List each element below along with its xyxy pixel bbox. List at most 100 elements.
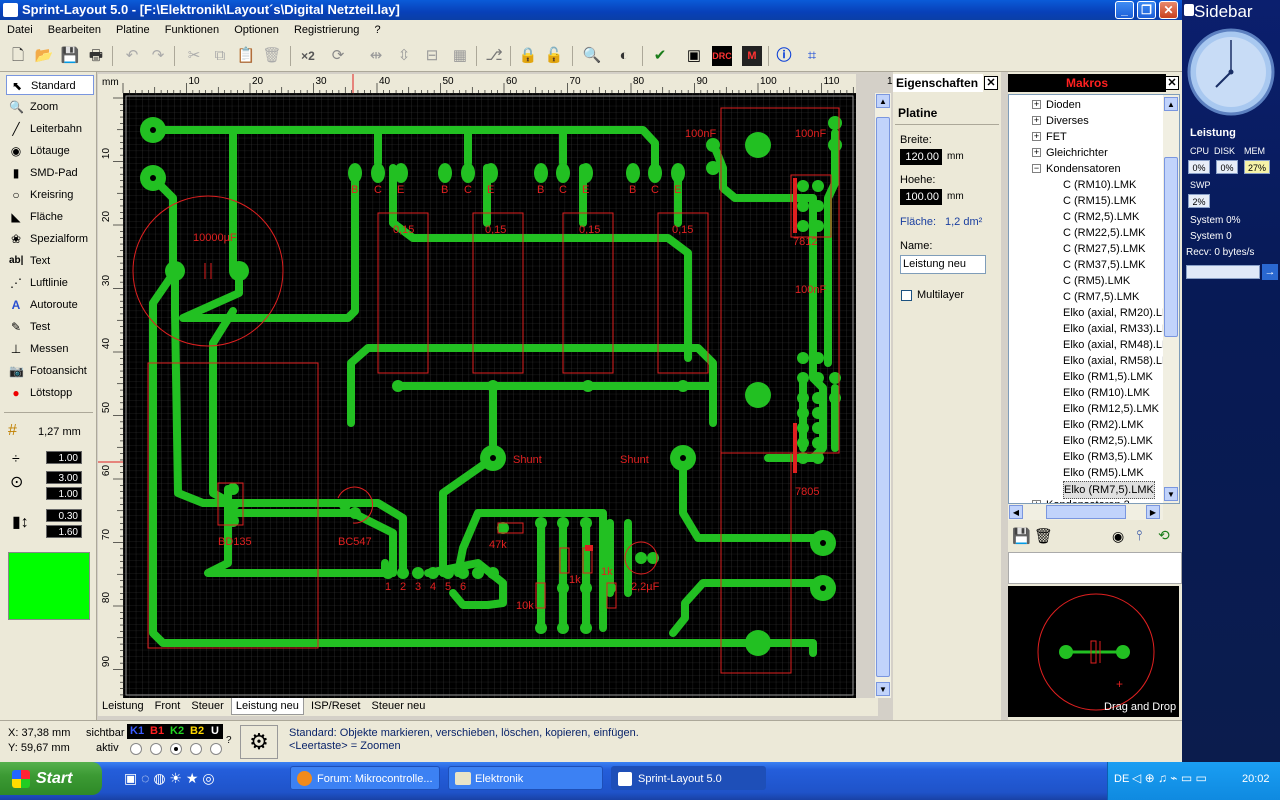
layer-help-icon[interactable]: ?	[226, 735, 232, 746]
tool-leiterbahn[interactable]: ╱ Leiterbahn	[6, 119, 94, 139]
menu-help[interactable]: ?	[367, 20, 385, 40]
expand-icon[interactable]: +	[1032, 100, 1041, 109]
macro-delete-icon[interactable]: 🗑	[1034, 527, 1053, 545]
tree-item[interactable]: Elko (RM12,5).LMK	[1063, 401, 1159, 417]
tool-loetauge[interactable]: ◉ Lötauge	[6, 141, 94, 161]
tree-item[interactable]: C (RM10).LMK	[1063, 177, 1136, 193]
redo-icon[interactable]: ↷	[148, 46, 168, 66]
align-icon[interactable]: ⊟	[422, 46, 442, 66]
makros-close-icon[interactable]: ✕	[1165, 76, 1179, 90]
macro-preview[interactable]: + Drag and Drop	[1008, 586, 1179, 717]
quicklaunch-icons[interactable]: ▣ ◌ ◍ ☀ ★ ◎	[124, 770, 215, 787]
lock-icon[interactable]: 🔒	[518, 46, 538, 66]
tool-autoroute[interactable]: A Autoroute	[6, 295, 94, 315]
active-layer-u-radio[interactable]	[210, 743, 222, 755]
tree-item[interactable]: C (RM27,5).LMK	[1063, 241, 1146, 257]
tool-loetstopp[interactable]: ● Lötstopp	[6, 383, 94, 403]
duplicate-icon[interactable]: ×2	[298, 46, 318, 66]
tree-item[interactable]: C (RM22,5).LMK	[1063, 225, 1146, 241]
open-folder-icon[interactable]: 📂	[34, 46, 54, 66]
copy-icon[interactable]: ⧉	[210, 46, 230, 66]
tree-item[interactable]: Elko (axial, RM58).LMK	[1063, 353, 1179, 369]
new-file-icon[interactable]: 🗋	[8, 46, 28, 66]
expand-icon[interactable]: +	[1032, 148, 1041, 157]
tree-item[interactable]: Dioden	[1046, 97, 1081, 113]
smd-height-field[interactable]: 1.60	[46, 525, 82, 538]
tool-spezialform[interactable]: ❀ Spezialform	[6, 229, 94, 249]
drc-icon[interactable]: DRC	[712, 46, 732, 66]
name-field[interactable]: Leistung neu	[900, 255, 986, 274]
active-layer-b1-radio[interactable]	[150, 743, 162, 755]
tree-item[interactable]: C (RM37,5).LMK	[1063, 257, 1146, 273]
layer-k2[interactable]: K2	[170, 724, 184, 739]
tree-item[interactable]: Elko (RM3,5).LMK	[1063, 449, 1153, 465]
task-sprint-layout[interactable]: Sprint-Layout 5.0	[611, 766, 766, 790]
tool-kreisring[interactable]: ○ Kreisring	[6, 185, 94, 205]
tab-steuer-neu[interactable]: Steuer neu	[368, 698, 430, 714]
tab-steuer[interactable]: Steuer	[187, 698, 227, 714]
macro-icon[interactable]: M	[742, 46, 762, 66]
active-layer-k2-radio[interactable]	[170, 743, 182, 755]
active-layer-b2-radio[interactable]	[190, 743, 202, 755]
paste-icon[interactable]: 📋	[236, 46, 256, 66]
tree-item[interactable]: Elko (RM2).LMK	[1063, 417, 1144, 433]
tree-item[interactable]: Elko (axial, RM48).LMK	[1063, 337, 1179, 353]
tree-item[interactable]: Kondensatoren 2	[1046, 497, 1130, 503]
tree-item[interactable]: Elko (RM1,5).LMK	[1063, 369, 1153, 385]
smd-width-field[interactable]: 0.30	[46, 509, 82, 522]
tree-hscroll-thumb[interactable]	[1046, 505, 1126, 519]
tree-scroll-left-icon[interactable]: ◀	[1009, 505, 1023, 519]
scroll-thumb[interactable]	[876, 117, 890, 677]
tool-flaeche[interactable]: ◣ Fläche	[6, 207, 94, 227]
tool-standard[interactable]: ⬉ Standard	[6, 75, 94, 95]
tree-scroll-thumb[interactable]	[1164, 157, 1178, 337]
tree-scroll-down-icon[interactable]: ▼	[1164, 487, 1178, 501]
rotate-icon[interactable]: ⟳	[328, 46, 348, 66]
macro-rotate-icon[interactable]: ⟲	[1158, 527, 1170, 544]
macro-pad-icon[interactable]: ◉	[1112, 528, 1124, 545]
pcb-board[interactable]: 10000µF BD135 BC547 Shunt Shunt 0,15 0,1…	[123, 93, 856, 698]
task-elektronik[interactable]: Elektronik	[448, 766, 603, 790]
snap-icon[interactable]: ⎇	[484, 46, 504, 66]
tree-item[interactable]: C (RM2,5).LMK	[1063, 209, 1139, 225]
makros-tree[interactable]: Dioden + Diverses + FET + Gleichrichter + Konden…	[1008, 94, 1180, 504]
tool-zoom[interactable]: 🔍 Zoom	[6, 97, 94, 117]
info-icon[interactable]: ⓘ	[774, 46, 794, 66]
grid-value[interactable]: 1,27 mm	[38, 426, 81, 438]
tool-text[interactable]: ab| Text	[6, 251, 94, 271]
grid-icon[interactable]: #	[8, 422, 17, 440]
tree-item[interactable]: FET	[1046, 129, 1067, 145]
tree-item[interactable]: Kondensatoren	[1046, 161, 1121, 177]
tree-item[interactable]: C (RM7,5).LMK	[1063, 289, 1139, 305]
cut-icon[interactable]: ✂	[184, 46, 204, 66]
group-icon[interactable]: ▦	[450, 46, 470, 66]
macro-mirror-icon[interactable]: ⫯	[1136, 527, 1142, 544]
expand-icon[interactable]: +	[1032, 116, 1041, 125]
pad-outer-field[interactable]: 3.00	[46, 471, 82, 484]
layer-visibility[interactable]: K1 B1 K2 B2 U	[127, 724, 223, 739]
mirror-h-icon[interactable]: ⇹	[366, 46, 386, 66]
tree-scroll-right-icon[interactable]: ▶	[1146, 505, 1160, 519]
drc-check-icon[interactable]: ✔	[650, 46, 670, 66]
pad-inner-field[interactable]: 1.00	[46, 487, 82, 500]
scroll-down-icon[interactable]: ▼	[876, 682, 890, 696]
tab-isp-reset[interactable]: ISP/Reset	[307, 698, 365, 714]
tree-item[interactable]: C (RM5).LMK	[1063, 273, 1130, 289]
hoehe-field[interactable]: 100.00	[900, 189, 942, 205]
tree-item[interactable]: Elko (RM5).LMK	[1063, 465, 1144, 481]
layer-color-swatch[interactable]	[8, 552, 90, 620]
maximize-button[interactable]: ❐	[1137, 1, 1156, 19]
minimize-button[interactable]: _	[1115, 1, 1134, 19]
search-field[interactable]	[1186, 265, 1260, 279]
board-vscrollbar[interactable]: ▲ ▼	[874, 93, 891, 698]
tool-messen[interactable]: ⊥ Messen	[6, 339, 94, 359]
crop-icon[interactable]: ⌗	[802, 46, 822, 66]
tree-item[interactable]: Elko (RM2,5).LMK	[1063, 433, 1153, 449]
task-forum[interactable]: Forum: Mikrocontrolle...	[290, 766, 440, 790]
tool-luftlinie[interactable]: ⋰ Luftlinie	[6, 273, 94, 293]
tool-fotoansicht[interactable]: 📷 Fotoansicht	[6, 361, 94, 381]
layer-b2[interactable]: B2	[190, 724, 204, 739]
menu-platine[interactable]: Platine	[109, 20, 155, 40]
tool-smd-pad[interactable]: ▮ SMD-Pad	[6, 163, 94, 183]
tab-leistung[interactable]: Leistung	[98, 698, 148, 714]
